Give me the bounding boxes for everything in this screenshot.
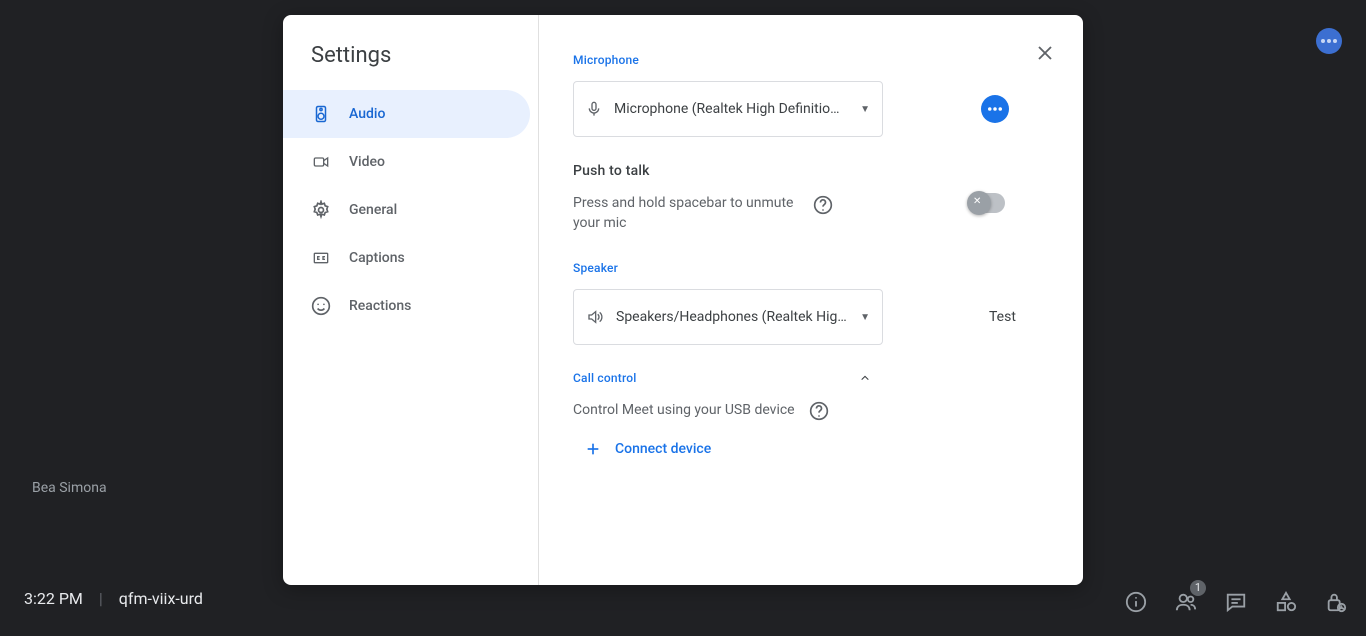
settings-content: Microphone Microphone (Realtek High Defi…	[539, 15, 1083, 585]
captions-icon	[311, 250, 331, 266]
plus-icon	[585, 441, 601, 457]
tab-label: General	[349, 202, 397, 218]
help-button[interactable]	[809, 401, 829, 421]
close-icon	[1036, 44, 1054, 62]
speaker-value: Speakers/Headphones (Realtek Hig…	[616, 309, 848, 325]
more-horizontal-icon	[1321, 39, 1337, 43]
divider: |	[99, 589, 103, 608]
call-control-description: Control Meet using your USB device	[573, 402, 795, 418]
tab-label: Captions	[349, 250, 405, 266]
videocam-icon	[311, 154, 331, 170]
help-icon	[809, 401, 829, 421]
bottom-right-panel-buttons: 1	[1124, 590, 1348, 614]
gear-icon	[311, 200, 331, 220]
test-speaker-button[interactable]: Test	[989, 309, 1016, 325]
meeting-code: qfm-viix-urd	[119, 589, 203, 608]
toggle-off-icon: ✕	[973, 196, 981, 207]
connect-device-button[interactable]: Connect device	[573, 441, 1049, 457]
tab-label: Reactions	[349, 298, 411, 314]
settings-sidebar: Settings Audio Video General	[283, 15, 539, 585]
call-control-label: Call control	[573, 371, 637, 385]
speaker-label: Speaker	[573, 261, 1049, 275]
speaker-icon	[311, 103, 331, 125]
push-to-talk-toggle[interactable]: ✕	[969, 193, 1005, 213]
push-to-talk-description: Press and hold spacebar to unmute your m…	[573, 193, 799, 233]
chevron-up-icon	[857, 373, 873, 383]
settings-dialog: Settings Audio Video General	[283, 15, 1083, 585]
tab-captions[interactable]: Captions	[283, 234, 530, 282]
settings-title: Settings	[283, 43, 538, 90]
speaker-select[interactable]: Speakers/Headphones (Realtek Hig… ▼	[573, 289, 883, 345]
chat-button[interactable]	[1224, 590, 1248, 614]
emoji-icon	[311, 296, 331, 316]
meeting-details-button[interactable]	[1124, 590, 1148, 614]
collapse-button[interactable]	[857, 373, 873, 383]
people-count-badge: 1	[1190, 580, 1206, 596]
volume-icon	[586, 309, 604, 325]
chevron-down-icon: ▼	[860, 312, 870, 323]
microphone-value: Microphone (Realtek High Definitio…	[614, 101, 848, 117]
mic-icon	[586, 100, 602, 118]
help-button[interactable]	[813, 195, 833, 215]
chevron-down-icon: ▼	[860, 104, 870, 115]
host-controls-button[interactable]	[1324, 590, 1348, 614]
microphone-label: Microphone	[573, 53, 1049, 67]
mic-level-indicator[interactable]	[981, 95, 1009, 123]
participant-name: Bea Simona	[32, 480, 107, 496]
chat-icon	[1225, 591, 1247, 613]
tab-general[interactable]: General	[283, 186, 530, 234]
info-icon	[1125, 591, 1147, 613]
meeting-info-bar: 3:22 PM | qfm-viix-urd	[24, 589, 203, 608]
tab-label: Video	[349, 154, 385, 170]
more-options-bubble[interactable]	[1316, 28, 1342, 54]
microphone-select[interactable]: Microphone (Realtek High Definitio… ▼	[573, 81, 883, 137]
connect-device-label: Connect device	[615, 441, 711, 457]
help-icon	[813, 195, 833, 215]
push-to-talk-title: Push to talk	[573, 163, 1049, 179]
lock-person-icon	[1325, 591, 1347, 613]
people-button[interactable]: 1	[1174, 590, 1198, 614]
tab-video[interactable]: Video	[283, 138, 530, 186]
tab-reactions[interactable]: Reactions	[283, 282, 530, 330]
shapes-icon	[1275, 591, 1297, 613]
tab-label: Audio	[349, 106, 385, 122]
clock-time: 3:22 PM	[24, 589, 83, 608]
close-button[interactable]	[1025, 33, 1065, 73]
more-horizontal-icon	[988, 107, 1002, 111]
activities-button[interactable]	[1274, 590, 1298, 614]
tab-audio[interactable]: Audio	[283, 90, 530, 138]
